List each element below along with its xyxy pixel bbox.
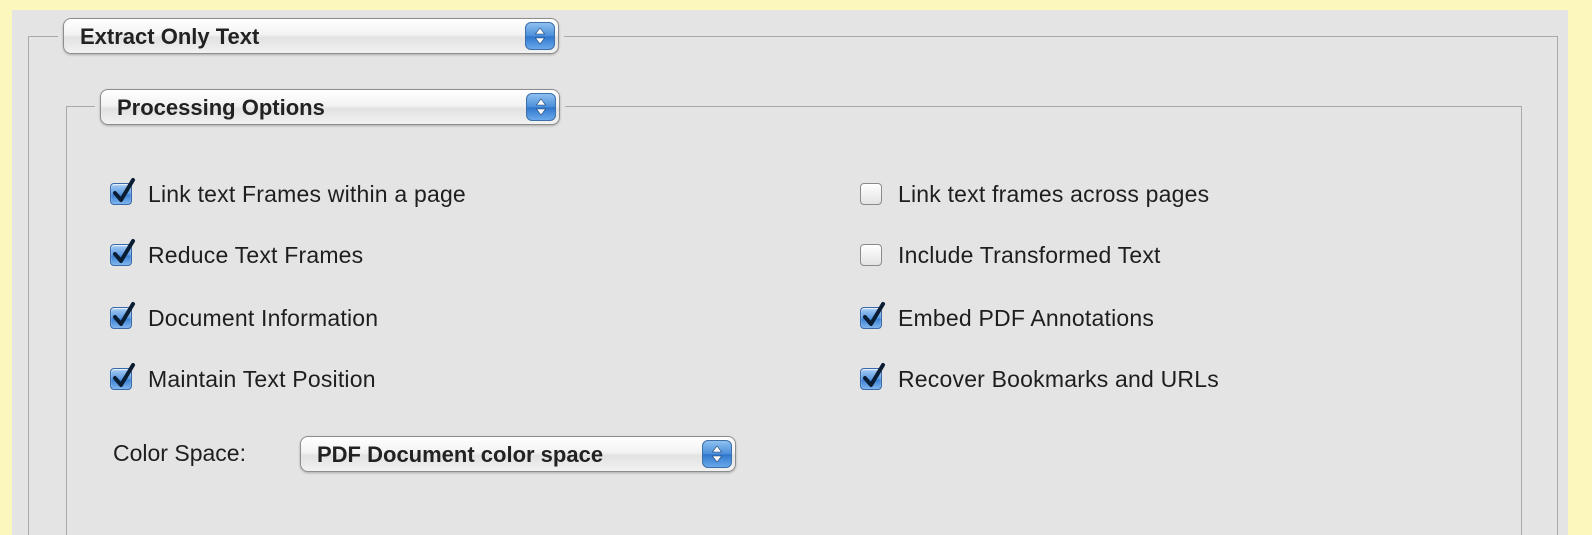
checkbox[interactable]	[110, 363, 135, 390]
option-label: Reduce Text Frames	[148, 241, 364, 268]
color-space-popup[interactable]: PDF Document color space	[300, 436, 736, 472]
option-link-frames-within-page[interactable]: Link text Frames within a page	[110, 178, 466, 210]
checkbox[interactable]	[860, 244, 882, 266]
options-category-popup[interactable]: Processing Options	[100, 89, 560, 125]
option-link-frames-across-pages[interactable]: Link text frames across pages	[860, 178, 1209, 210]
option-embed-pdf-annotations[interactable]: Embed PDF Annotations	[860, 302, 1154, 334]
checkbox[interactable]	[110, 178, 135, 205]
checkmark-icon	[863, 363, 885, 387]
color-space-label: Color Space:	[113, 440, 246, 466]
up-down-arrows-icon	[526, 93, 556, 121]
checkbox[interactable]	[110, 302, 135, 329]
extract-mode-popup[interactable]: Extract Only Text	[63, 18, 559, 54]
up-down-arrows-icon	[702, 440, 732, 468]
option-label: Document Information	[148, 304, 379, 331]
option-label: Include Transformed Text	[898, 241, 1161, 268]
checkmark-icon	[113, 302, 135, 326]
checkmark-icon	[113, 363, 135, 387]
option-label: Link text Frames within a page	[148, 180, 466, 207]
option-recover-bookmarks-urls[interactable]: Recover Bookmarks and URLs	[860, 363, 1219, 395]
option-include-transformed-text[interactable]: Include Transformed Text	[860, 239, 1161, 271]
extract-mode-value: Extract Only Text	[80, 24, 260, 49]
checkbox[interactable]	[860, 363, 885, 390]
option-reduce-text-frames[interactable]: Reduce Text Frames	[110, 239, 363, 271]
option-maintain-text-position[interactable]: Maintain Text Position	[110, 363, 376, 395]
color-space-value: PDF Document color space	[317, 442, 604, 467]
checkmark-icon	[863, 302, 885, 326]
option-label: Embed PDF Annotations	[898, 304, 1155, 331]
options-category-value: Processing Options	[117, 95, 325, 120]
option-label: Link text frames across pages	[898, 180, 1210, 207]
checkmark-icon	[113, 239, 135, 263]
checkbox[interactable]	[860, 183, 882, 205]
option-document-information[interactable]: Document Information	[110, 302, 378, 334]
up-down-arrows-icon	[525, 22, 555, 50]
checkbox[interactable]	[860, 302, 885, 329]
option-label: Maintain Text Position	[148, 365, 376, 392]
checkbox[interactable]	[110, 239, 135, 266]
checkmark-icon	[113, 178, 135, 202]
option-label: Recover Bookmarks and URLs	[898, 365, 1219, 392]
